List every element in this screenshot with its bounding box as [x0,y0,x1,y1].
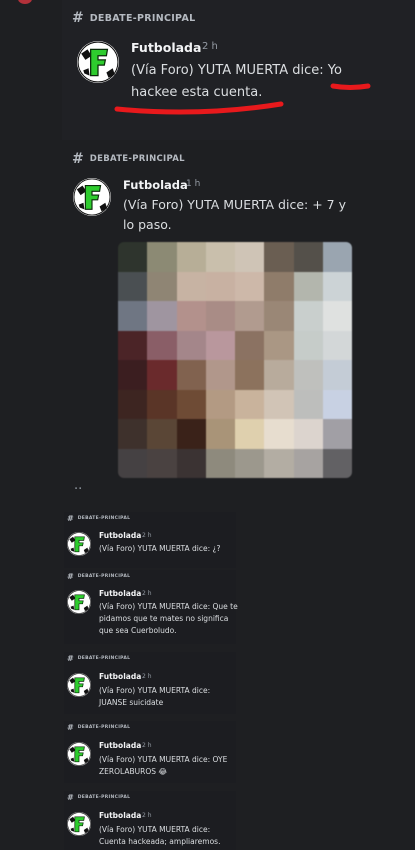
timestamp: 2 h [142,742,152,749]
futbolada-logo-icon [67,812,91,836]
channel-header[interactable]: # DEBATE-PRINCIPAL [67,793,130,802]
hash-icon: # [67,723,74,732]
message-text: (Vía Foro) YUTA MUERTA dice: Cuenta hack… [99,825,221,846]
timestamp: 2 h [142,532,152,539]
author-name[interactable]: Futbolada [99,811,141,820]
hash-icon: # [67,514,74,523]
channel-header[interactable]: # DEBATE-PRINCIPAL [72,151,185,167]
author-name[interactable]: Futbolada [99,741,141,750]
futbolada-logo-icon [67,742,91,766]
author-name[interactable]: Futbolada [99,531,141,540]
underline-mark-1 [330,83,371,90]
futbolada-logo-icon [67,673,91,697]
avatar[interactable] [67,590,91,614]
channel-name: DEBATE-PRINCIPAL [77,795,131,800]
channel-header[interactable]: # DEBATE-PRINCIPAL [67,514,130,523]
channel-name: DEBATE-PRINCIPAL [77,656,131,661]
author-name[interactable]: Futbolada [99,672,141,681]
message-text: (Vía Foro) YUTA MUERTA dice: ¿? [99,544,221,553]
message-text: (Vía Foro) YUTA MUERTA dice: Que te pida… [99,602,238,635]
pixel-grid [118,242,352,478]
timestamp: 2 h [142,812,152,819]
channel-name: DEBATE-PRINCIPAL [89,154,185,164]
channel-header[interactable]: # DEBATE-PRINCIPAL [67,654,130,663]
timestamp: 1 h [186,179,201,189]
timestamp: 2 h [142,590,152,597]
timestamp: 2 h [142,673,152,680]
author-name[interactable]: Futbolada [99,589,141,598]
channel-header[interactable]: # DEBATE-PRINCIPAL [67,572,130,581]
futbolada-logo-icon [67,590,91,614]
futbolada-logo-icon [67,532,91,556]
avatar[interactable] [73,178,111,216]
futbolada-logo-icon [73,178,111,216]
hash-icon: # [67,793,74,802]
hash-icon: # [72,151,84,167]
message-text: (Vía Foro) YUTA MUERTA dice: + 7 y lo pa… [123,197,346,232]
ellipsis: .. [74,478,83,493]
channel-name: DEBATE-PRINCIPAL [77,574,131,579]
avatar[interactable] [67,742,91,766]
author-name[interactable]: Futbolada [123,178,188,192]
hash-icon: # [67,572,74,581]
underline-mark-2 [114,101,284,115]
avatar[interactable] [67,532,91,556]
channel-name: DEBATE-PRINCIPAL [77,725,131,730]
message-text: (Vía Foro) YUTA MUERTA dice: OYE ZEROLAB… [99,755,228,776]
message-text: (Vía Foro) YUTA MUERTA dice: JUANSE suic… [99,686,211,707]
avatar[interactable] [67,812,91,836]
channel-header[interactable]: # DEBATE-PRINCIPAL [67,723,130,732]
red-annotation-marks [114,83,371,115]
hash-icon: # [67,654,74,663]
avatar[interactable] [67,673,91,697]
pixelated-image[interactable] [118,242,352,478]
channel-name: DEBATE-PRINCIPAL [77,516,131,521]
